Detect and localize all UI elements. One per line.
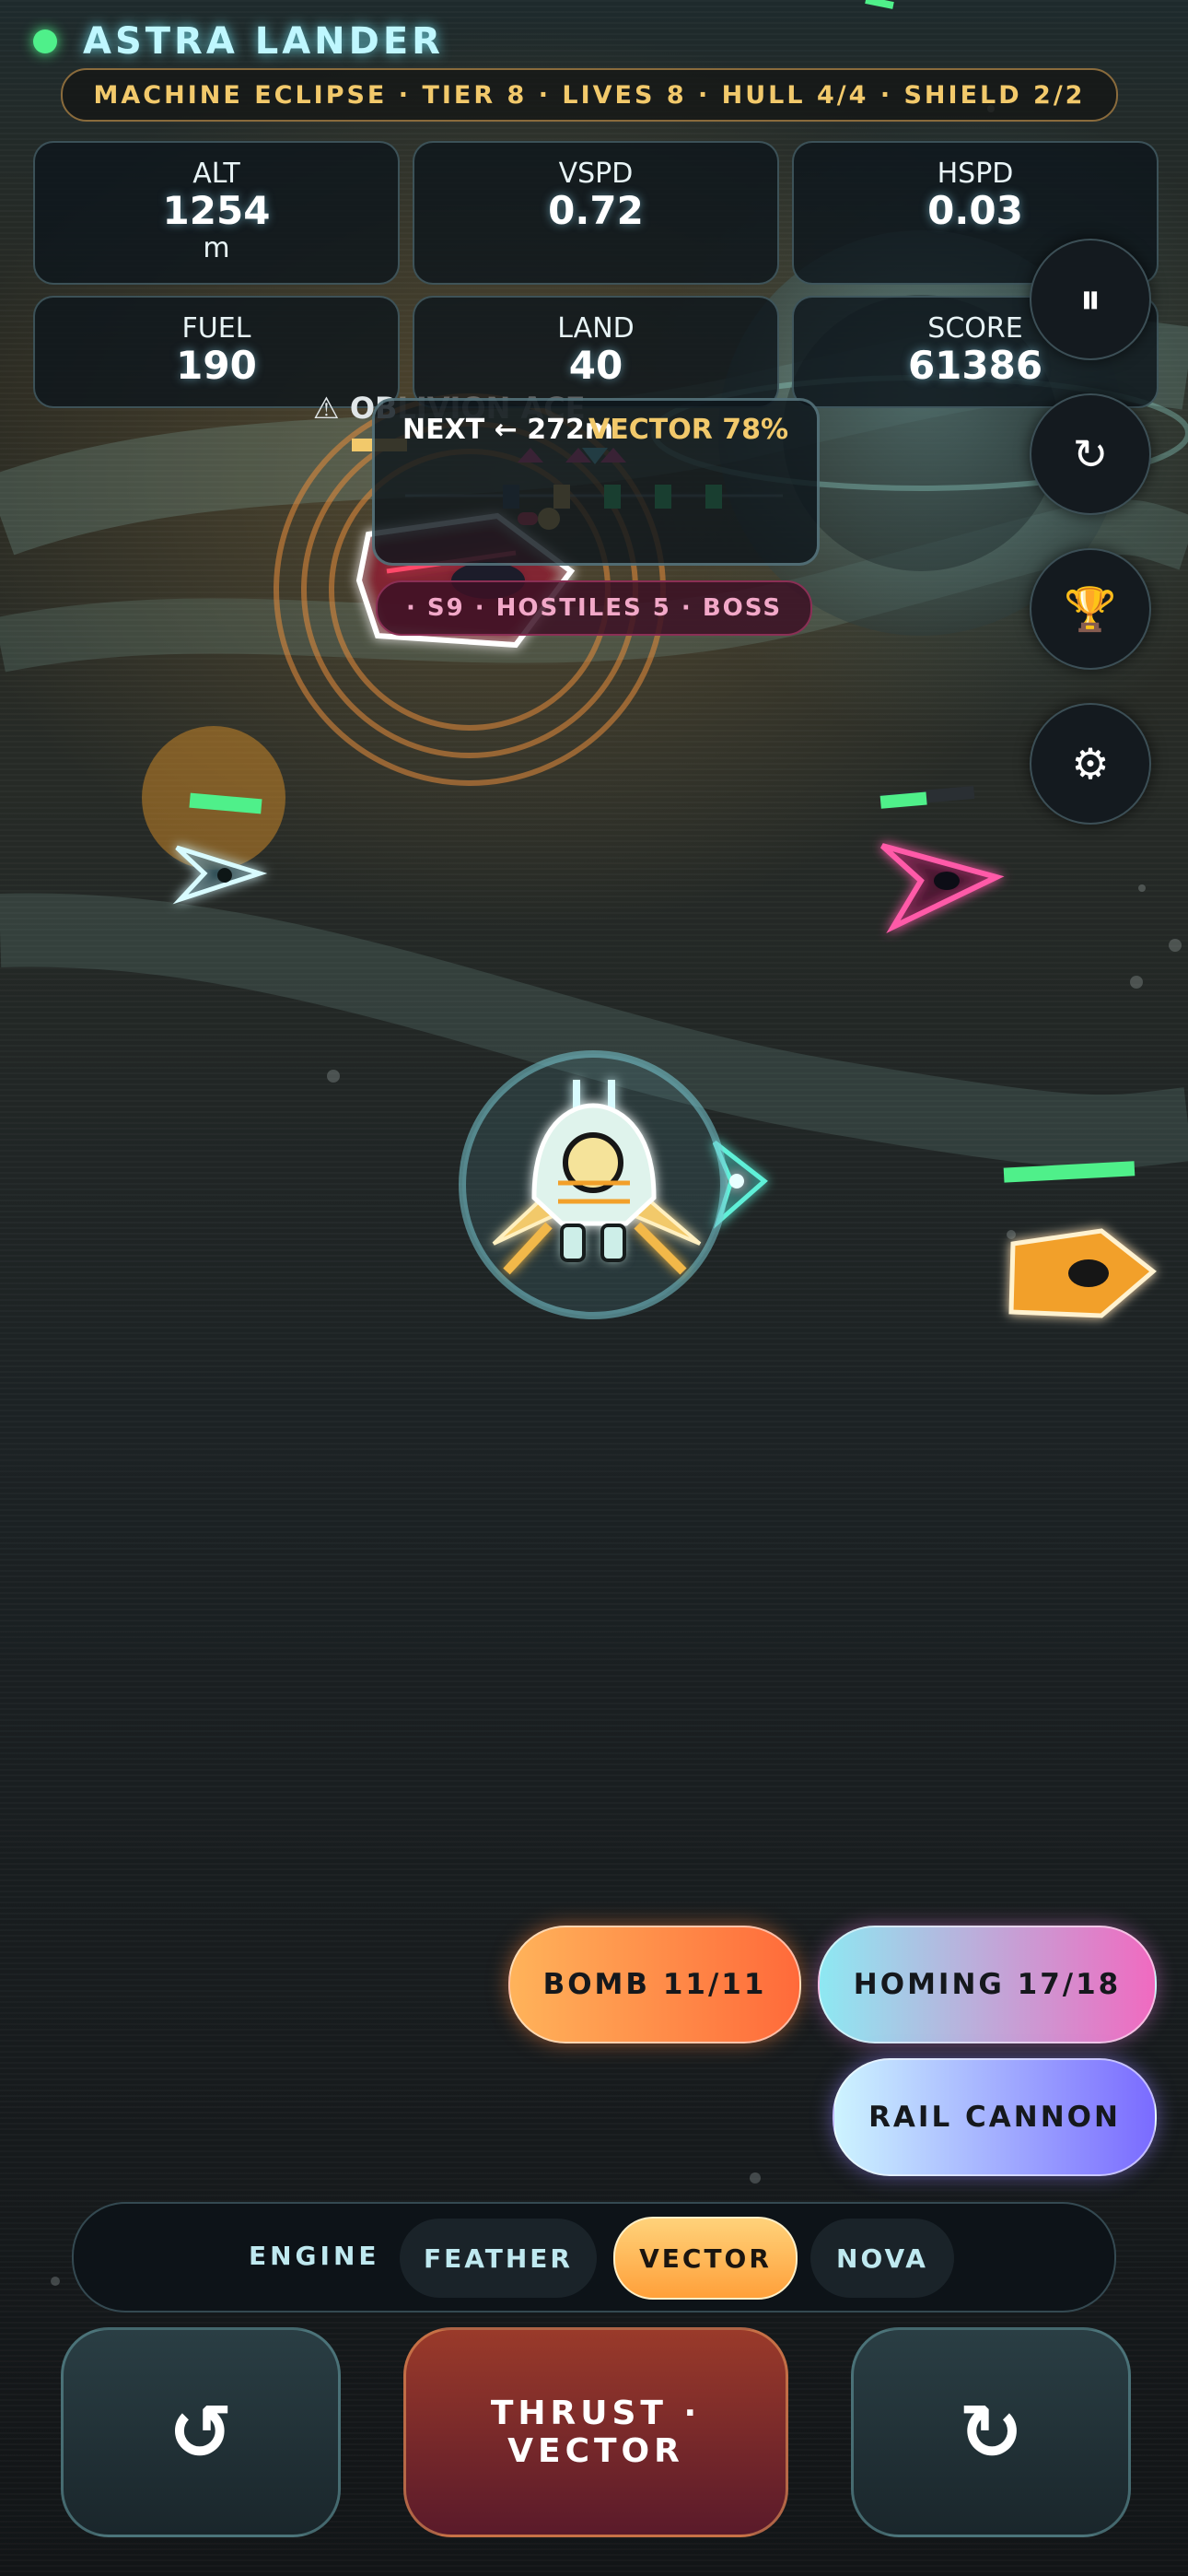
stat-label: ALT [192,158,240,190]
sector-badge: · S9 · HOSTILES 5 · BOSS [376,580,812,636]
stat-label: LAND [557,312,635,345]
stat-unit: m [203,232,230,264]
stat-label: HSPD [937,158,1014,190]
header: ASTRA LANDER [33,20,444,63]
engine-mode-vector[interactable]: VECTOR [613,2217,798,2300]
restart-button[interactable]: ↻ [1030,393,1151,515]
restart-icon: ↻ [1072,429,1109,479]
trophy-icon: 🏆 [1064,583,1117,634]
stat-value: 40 [568,343,623,388]
enemy-gunship-orange [1008,1228,1157,1318]
nav-panel: NEXT ← 272m VECTOR 78% [372,398,820,566]
stat-value: 0.72 [548,188,644,233]
warning-icon: ⚠ [313,391,340,426]
rotate-left-button[interactable]: ↺ [61,2327,341,2537]
gear-icon: ⚙ [1071,739,1110,789]
rotate-right-button[interactable]: ↻ [851,2327,1131,2537]
status-dot [33,29,57,53]
pause-icon: ⏸ [1079,274,1101,323]
pause-button[interactable]: ⏸ [1030,239,1151,360]
stat-value: 190 [176,343,257,388]
rail-cannon-button[interactable]: RAIL CANNON [833,2058,1157,2176]
engine-mode-feather[interactable]: FEATHER [400,2219,597,2298]
settings-button[interactable]: ⚙ [1030,703,1151,825]
thrust-button[interactable]: THRUST · VECTOR [403,2327,788,2537]
leaderboard-button[interactable]: 🏆 [1030,548,1151,670]
thrust-label: THRUST · [490,2395,702,2432]
stat-alt: ALT 1254 m [33,141,400,285]
homing-button[interactable]: HOMING 17/18 [818,1926,1157,2043]
engine-mode-nova[interactable]: NOVA [810,2219,954,2298]
enemy-fighter-magenta [879,843,1005,934]
stat-value: 1254 [162,188,271,233]
rotate-right-icon: ↻ [958,2387,1024,2477]
engine-label: ENGINE [249,2241,380,2271]
top-trail [865,0,894,9]
vector-percent: VECTOR 78% [588,414,789,446]
rotate-left-icon: ↺ [168,2387,234,2477]
stat-value: 0.03 [927,188,1023,233]
stat-vspd: VSPD 0.72 [413,141,779,285]
next-pad-distance: NEXT ← 272m [402,414,614,446]
game-title: ASTRA LANDER [83,20,444,63]
engine-mode-bar: ENGINE FEATHER VECTOR NOVA [72,2202,1116,2313]
bomb-button[interactable]: BOMB 11/11 [508,1926,801,2043]
stat-label: FUEL [181,312,251,345]
status-line: MACHINE ECLIPSE · TIER 8 · LIVES 8 · HUL… [61,68,1118,122]
thrust-mode-label: VECTOR [507,2432,684,2470]
stat-label: VSPD [558,158,634,190]
